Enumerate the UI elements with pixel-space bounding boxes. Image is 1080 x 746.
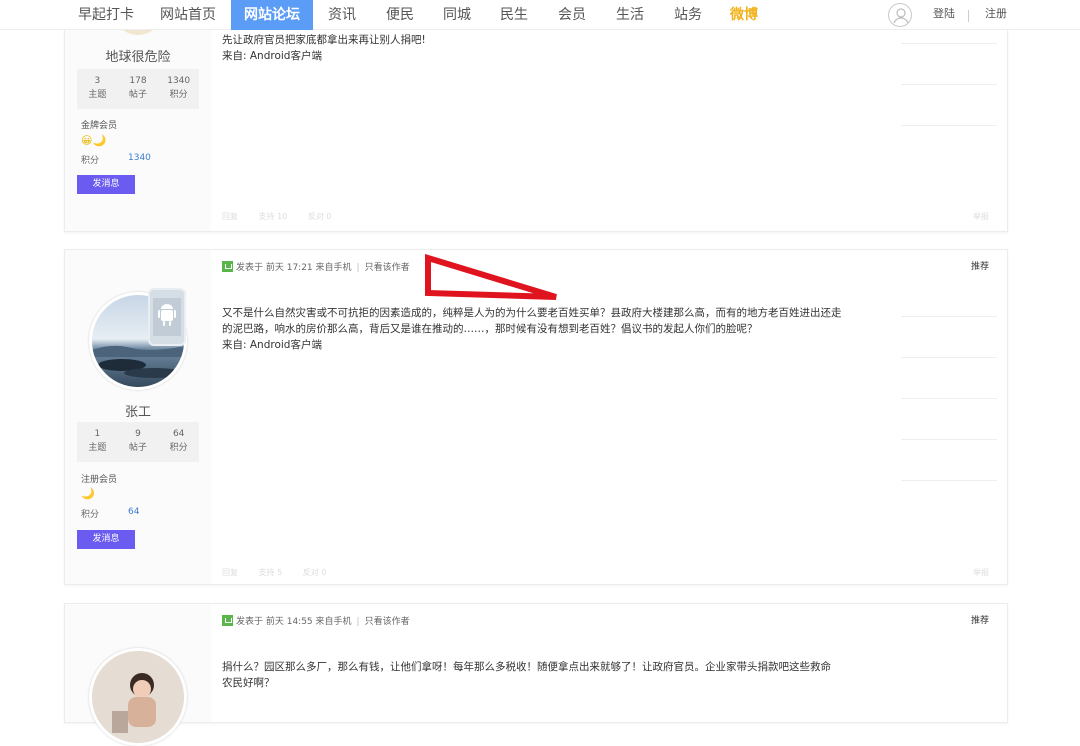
login-link[interactable]: 登陆	[933, 0, 955, 30]
support-button[interactable]: 支持 10	[259, 212, 288, 221]
post-actions: 回复 支持 5 反对 0	[222, 567, 344, 578]
user-avatar-icon[interactable]	[888, 3, 912, 27]
sidebar-ad-lines	[901, 316, 997, 521]
post-meta: 发表于 前天 17:21 来自手机 | 只看该作者	[222, 260, 410, 273]
author-only-link[interactable]: 只看该作者	[365, 263, 410, 273]
nav-item-home[interactable]: 网站首页	[152, 0, 224, 30]
points-value: 64	[128, 507, 140, 517]
sidebar-ad-lines	[901, 43, 997, 166]
reply-button[interactable]: 回复	[222, 568, 238, 577]
post-content: 又不是什么自然灾害或不可抗拒的因素造成的，纯粹是人为的为什么要老百姓买单？县政府…	[222, 307, 842, 351]
recommend-button[interactable]: 推荐	[971, 259, 989, 272]
child-photo-avatar-image	[92, 651, 184, 743]
author-sidebar: 张工 1 主题 9 帖子 64 积分 注册会员 🌙 积分 64 发消息	[65, 250, 211, 584]
post-actions: 回复 支持 10 反对 0	[222, 211, 349, 222]
author-sidebar: 地球很危险 3 主题 178 帖子 1340 积分 金牌会员 😀🌙 积分 1340 发…	[65, 0, 211, 231]
post-content: 先让政府官员把家底都拿出来再让别人捐吧! 来自: Android客户端	[222, 34, 426, 62]
post-1: 地球很危险 3 主题 178 帖子 1340 积分 金牌会员 😀🌙 积分 1340 发…	[64, 0, 1008, 232]
report-link[interactable]: 举报	[973, 567, 989, 578]
nav-item-services[interactable]: 便民	[376, 0, 424, 30]
recommend-button[interactable]: 推荐	[971, 613, 989, 626]
author-only-link[interactable]: 只看该作者	[365, 617, 410, 627]
send-message-button[interactable]: 发消息	[77, 530, 135, 549]
post-content: 捐什么？园区那么多厂，那么有钱，让他们拿呀！每年那么多税收！随便拿点出来就够了！…	[222, 661, 831, 689]
oppose-button[interactable]: 反对 0	[303, 568, 327, 577]
nav-item-members[interactable]: 会员	[548, 0, 596, 30]
author-name[interactable]: 地球很危险	[65, 46, 211, 65]
author-stats: 1 主题 9 帖子 64 积分	[77, 422, 199, 462]
nav-item-site-affairs[interactable]: 站务	[664, 0, 712, 30]
stat-topics[interactable]: 3 主题	[77, 69, 118, 109]
mobile-post-icon	[222, 615, 233, 626]
nav-item-local[interactable]: 同城	[433, 0, 481, 30]
send-message-button[interactable]: 发消息	[77, 175, 135, 194]
nav-item-news[interactable]: 资讯	[318, 0, 366, 30]
stat-points[interactable]: 1340 积分	[158, 69, 199, 109]
support-button[interactable]: 支持 5	[259, 568, 283, 577]
points-value: 1340	[128, 153, 151, 163]
member-rank[interactable]: 金牌会员	[81, 118, 117, 131]
post-meta: 发表于 前天 14:55 来自手机 | 只看该作者	[222, 614, 410, 627]
report-link[interactable]: 举报	[973, 211, 989, 222]
author-avatar[interactable]	[89, 648, 187, 746]
post-3: 发表于 前天 14:55 来自手机 | 只看该作者 推荐 捐什么？园区那么多厂，那么…	[64, 603, 1008, 746]
stat-topics[interactable]: 1 主题	[77, 422, 118, 462]
nav-item-weibo[interactable]: 微博	[720, 0, 768, 30]
register-link[interactable]: 注册	[985, 0, 1007, 30]
mobile-device-icon	[148, 288, 186, 346]
nav-item-checkin[interactable]: 早起打卡	[68, 0, 144, 30]
stat-posts[interactable]: 9 帖子	[118, 422, 159, 462]
medal-icon: 😀🌙	[81, 134, 107, 147]
author-stats: 3 主题 178 帖子 1340 积分	[77, 69, 199, 109]
points-label: 积分	[81, 156, 100, 166]
post-2: 张工 1 主题 9 帖子 64 积分 注册会员 🌙 积分 64 发消息 发表于 前天 …	[64, 249, 1008, 585]
member-rank[interactable]: 注册会员	[81, 472, 117, 485]
nav-divider	[968, 10, 969, 22]
nav-item-forum[interactable]: 网站论坛	[231, 0, 313, 30]
nav-item-livelihood[interactable]: 民生	[490, 0, 538, 30]
nav-item-life[interactable]: 生活	[606, 0, 654, 30]
top-navigation: 早起打卡 网站首页 网站论坛 资讯 便民 同城 民生 会员 生活 站务 微博 登…	[0, 0, 1080, 30]
author-name[interactable]: 张工	[65, 401, 211, 420]
mobile-post-icon	[222, 261, 233, 272]
points-label: 积分	[81, 510, 100, 520]
stat-posts[interactable]: 178 帖子	[118, 69, 159, 109]
reply-button[interactable]: 回复	[222, 212, 238, 221]
medal-icon: 🌙	[81, 487, 95, 500]
stat-points[interactable]: 64 积分	[158, 422, 199, 462]
oppose-button[interactable]: 反对 0	[308, 212, 332, 221]
author-sidebar	[65, 604, 211, 746]
